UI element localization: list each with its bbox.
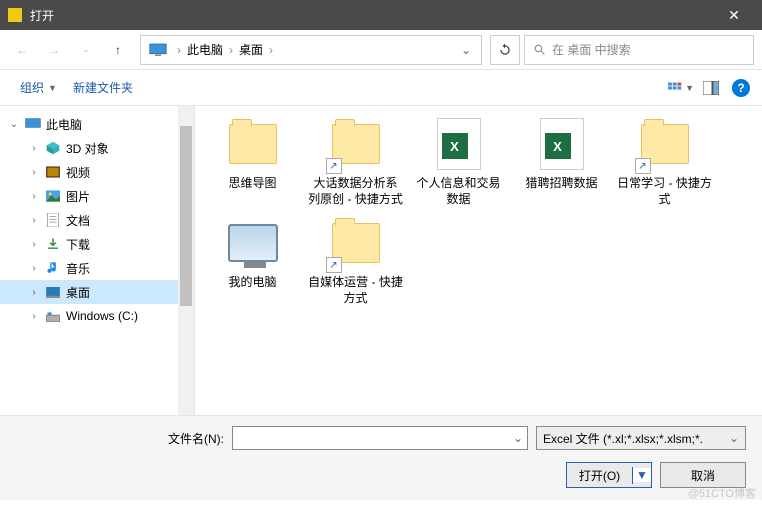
cube-icon <box>44 141 62 155</box>
shortcut-icon: ↗ <box>326 257 342 273</box>
nav-back-button[interactable]: ← <box>8 36 36 64</box>
file-item[interactable]: ↗ 自媒体运营 - 快捷方式 <box>308 215 403 306</box>
tree-item-desktop[interactable]: › 桌面 <box>0 280 194 304</box>
window-title: 打开 <box>30 7 714 24</box>
doc-icon <box>44 213 62 227</box>
expand-icon[interactable]: › <box>28 215 40 226</box>
nav-forward-button[interactable]: → <box>40 36 68 64</box>
help-button[interactable]: ? <box>732 79 750 97</box>
excel-icon: X <box>437 118 481 170</box>
breadcrumb[interactable]: › 此电脑 › 桌面 › ⌄ <box>140 35 482 65</box>
breadcrumb-root[interactable]: 此电脑 <box>187 41 223 58</box>
excel-icon: X <box>540 118 584 170</box>
watermark: @51CTO博客 <box>688 485 756 501</box>
collapse-icon[interactable]: ⌄ <box>8 119 20 130</box>
filename-input[interactable]: ⌄ <box>232 426 528 450</box>
expand-icon[interactable]: › <box>28 311 40 322</box>
tree-item-documents[interactable]: › 文档 <box>0 208 194 232</box>
breadcrumb-dropdown[interactable]: ⌄ <box>455 43 477 57</box>
chevron-right-icon: › <box>177 43 181 57</box>
open-button[interactable]: 打开(O) ▼ <box>566 462 652 488</box>
video-icon <box>44 166 62 178</box>
expand-icon[interactable]: › <box>28 167 40 178</box>
tree-scrollbar[interactable] <box>178 106 194 415</box>
filename-label: 文件名(N): <box>146 430 224 447</box>
tree-root-thispc[interactable]: ⌄ 此电脑 <box>0 112 194 136</box>
file-list: 思维导图 ↗ 大话数据分析系列原创 - 快捷方式 X 个人信息和交易数据 X 猎… <box>195 106 762 415</box>
expand-icon[interactable]: › <box>28 263 40 274</box>
expand-icon[interactable]: › <box>28 143 40 154</box>
breadcrumb-current[interactable]: 桌面 <box>239 41 263 58</box>
search-input[interactable]: 在 桌面 中搜索 <box>524 35 754 65</box>
desktop-icon <box>44 287 62 298</box>
organize-button[interactable]: 组织 ▼ <box>12 75 65 100</box>
expand-icon[interactable]: › <box>28 239 40 250</box>
pc-icon <box>228 224 278 262</box>
tree-item-pictures[interactable]: › 图片 <box>0 184 194 208</box>
close-button[interactable]: ✕ <box>714 7 754 24</box>
download-icon <box>44 237 62 251</box>
chevron-right-icon: › <box>229 43 233 57</box>
navigation-tree: ⌄ 此电脑 › 3D 对象 › 视频 › 图片 › 文档 › 下载 <box>0 106 195 415</box>
chevron-down-icon: ▼ <box>48 83 57 93</box>
nav-recent-dropdown[interactable]: ⌄ <box>72 36 100 64</box>
shortcut-icon: ↗ <box>326 158 342 174</box>
filetype-dropdown[interactable]: Excel 文件 (*.xl;*.xlsx;*.xlsm;*. ⌄ <box>536 426 746 450</box>
refresh-button[interactable] <box>490 35 520 65</box>
chevron-down-icon: ▼ <box>685 83 694 93</box>
chevron-down-icon[interactable]: ⌄ <box>513 431 523 445</box>
nav-up-button[interactable]: ↑ <box>104 36 132 64</box>
file-item[interactable]: ↗ 日常学习 - 快捷方式 <box>617 116 712 207</box>
app-icon <box>8 8 22 22</box>
shortcut-icon: ↗ <box>635 158 651 174</box>
picture-icon <box>44 190 62 202</box>
drive-icon <box>44 311 62 322</box>
tree-item-downloads[interactable]: › 下载 <box>0 232 194 256</box>
music-icon <box>44 261 62 275</box>
pc-icon <box>24 118 42 130</box>
tree-item-videos[interactable]: › 视频 <box>0 160 194 184</box>
file-item[interactable]: ↗ 大话数据分析系列原创 - 快捷方式 <box>308 116 403 207</box>
file-item[interactable]: X 个人信息和交易数据 <box>411 116 506 207</box>
file-item[interactable]: 思维导图 <box>205 116 300 207</box>
search-placeholder: 在 桌面 中搜索 <box>552 41 631 58</box>
file-item[interactable]: 我的电脑 <box>205 215 300 306</box>
chevron-down-icon: ⌄ <box>729 431 739 445</box>
chevron-right-icon: › <box>269 43 273 57</box>
folder-icon <box>229 124 277 164</box>
open-dropdown[interactable]: ▼ <box>633 468 651 482</box>
view-options-button[interactable]: ▼ <box>668 76 694 100</box>
preview-pane-button[interactable] <box>698 76 724 100</box>
file-item[interactable]: X 猎聘招聘数据 <box>514 116 609 207</box>
expand-icon[interactable]: › <box>28 287 40 298</box>
tree-item-drive-c[interactable]: › Windows (C:) <box>0 304 194 328</box>
expand-icon[interactable]: › <box>28 191 40 202</box>
new-folder-button[interactable]: 新建文件夹 <box>65 75 141 100</box>
tree-item-3dobjects[interactable]: › 3D 对象 <box>0 136 194 160</box>
tree-item-music[interactable]: › 音乐 <box>0 256 194 280</box>
pc-icon <box>145 43 171 57</box>
search-icon <box>533 43 546 56</box>
